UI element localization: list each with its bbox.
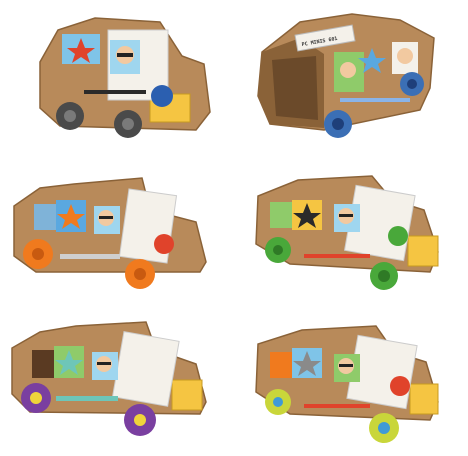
number-badge [390, 376, 410, 396]
wheel-rear-hub [407, 79, 417, 89]
passenger-face-2 [397, 48, 413, 64]
side-stripe [304, 404, 370, 408]
side-stripe [340, 98, 410, 102]
cardboard-toy-cars-photo: PC MINIS 601 [0, 0, 468, 456]
wheel-front-hub [332, 118, 344, 130]
wheel-front-hub [134, 268, 146, 280]
wheel-rear-hub [273, 397, 283, 407]
side-stripe [56, 396, 118, 401]
side-stripe [84, 90, 146, 94]
wheel-rear-hub [64, 110, 76, 122]
wheel-rear-hub [32, 248, 44, 260]
passenger-glasses [117, 53, 133, 57]
matchbox-tray [171, 379, 203, 411]
window-panel [270, 352, 292, 378]
number-badge [151, 85, 173, 107]
number-badge [154, 234, 174, 254]
wheel-front-hub [122, 118, 134, 130]
wheel-front-hub [378, 422, 390, 434]
side-stripe [60, 254, 120, 259]
side-stripe [304, 254, 370, 258]
matchbox-tray [409, 383, 439, 415]
wheel-rear-hub [273, 245, 283, 255]
passenger-glasses [339, 214, 353, 217]
passenger-glasses [99, 216, 113, 219]
passenger-glasses [339, 364, 353, 367]
passenger-glasses [97, 362, 111, 365]
wheel-front-hub [134, 414, 146, 426]
number-badge [388, 226, 408, 246]
wheel-rear-hub [30, 392, 42, 404]
passenger-face [340, 62, 356, 78]
window-panel [34, 204, 56, 230]
window-panel [270, 202, 292, 228]
matchbox-drawer [111, 331, 180, 407]
matchbox-tray [407, 235, 439, 267]
interior-shadow [272, 56, 318, 120]
window-panel [32, 350, 54, 378]
wheel-front-hub [378, 270, 390, 282]
